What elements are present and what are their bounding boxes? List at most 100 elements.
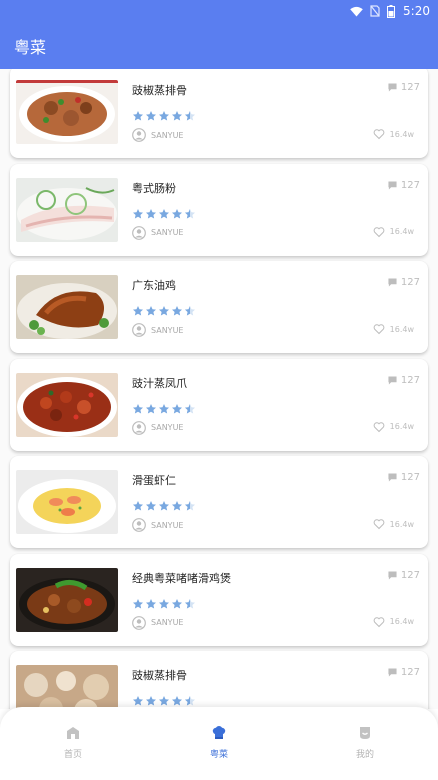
recipe-card[interactable]: 滑蛋虾仁 SANYUE 127 16.4w [10, 456, 428, 548]
recipe-image[interactable] [16, 372, 118, 437]
like-count[interactable]: 16.4w [373, 128, 414, 140]
star-full-icon [132, 400, 144, 419]
recipe-author: SANYUE [132, 518, 183, 532]
tab-cantonese[interactable]: 粤菜 [146, 725, 292, 760]
star-full-icon [158, 302, 170, 321]
comment-icon [388, 668, 397, 677]
like-count[interactable]: 16.4w [373, 226, 414, 238]
heart-icon[interactable] [373, 616, 385, 628]
heart-icon[interactable] [373, 421, 385, 433]
comment-icon [388, 375, 397, 385]
star-full-icon [132, 595, 144, 614]
profile-icon [357, 725, 373, 747]
recipe-image[interactable] [16, 275, 118, 339]
app-bar: 粤菜 [0, 22, 438, 69]
comment-count: 127 [388, 180, 420, 191]
comment-count: 127 [388, 277, 420, 288]
star-full-icon [171, 400, 183, 419]
like-count[interactable]: 16.4w [373, 616, 414, 628]
no-sim-icon [370, 5, 380, 17]
heart-icon[interactable] [373, 323, 385, 335]
star-full-icon [171, 302, 183, 321]
rating-stars [132, 595, 196, 614]
star-half-icon [184, 595, 196, 614]
recipe-author: SANYUE [132, 323, 183, 337]
tab-mine[interactable]: 我的 [292, 725, 438, 760]
avatar-icon [132, 225, 146, 240]
status-bar: 5:20 [0, 0, 438, 22]
like-count-value: 16.4w [389, 227, 414, 236]
avatar-icon [132, 615, 146, 630]
author-name: SANYUE [151, 325, 184, 335]
chef-hat-icon [211, 725, 227, 747]
author-name: SANYUE [151, 520, 184, 530]
rating-stars [132, 205, 196, 224]
star-full-icon [132, 302, 144, 321]
comment-count-value: 127 [400, 179, 420, 191]
recipe-image[interactable] [16, 80, 118, 144]
comment-icon [388, 570, 397, 580]
star-full-icon [158, 595, 170, 614]
comment-icon [388, 473, 397, 482]
like-count-value: 16.4w [389, 324, 414, 334]
comment-count-value: 127 [400, 277, 420, 288]
recipe-card[interactable]: 粤式肠粉 SANYUE 127 16.4w [10, 163, 428, 256]
recipe-card[interactable]: 豉椒蒸排骨SANYUE12716.4w [10, 651, 428, 709]
recipe-author: SANYUE [132, 128, 183, 142]
comment-count-value: 127 [400, 667, 420, 678]
rating-stars [132, 497, 196, 516]
star-full-icon [132, 497, 144, 516]
star-half-icon [184, 107, 196, 126]
comment-count: 127 [388, 375, 420, 386]
star-full-icon [132, 107, 144, 126]
heart-icon[interactable] [373, 226, 385, 238]
comment-icon [388, 278, 397, 287]
author-name: SANYUE [151, 228, 184, 237]
recipe-image[interactable] [16, 567, 118, 632]
star-half-icon [184, 400, 196, 419]
star-full-icon [171, 497, 183, 516]
recipe-author: SANYUE [132, 225, 184, 240]
recipe-image[interactable] [16, 665, 118, 709]
star-half-icon [184, 497, 196, 516]
star-full-icon [145, 302, 157, 321]
recipe-list[interactable]: 豉椒蒸排骨 SANYUE 127 16.4w 粤式肠粉 SANYUE 127 16.4w 广东油… [0, 69, 438, 709]
tab-home[interactable]: 首页 [0, 725, 146, 760]
star-full-icon [145, 400, 157, 419]
comment-icon [388, 180, 397, 190]
comment-count-value: 127 [400, 569, 420, 581]
like-count[interactable]: 16.4w [373, 518, 414, 530]
comment-count-value: 127 [400, 472, 420, 483]
recipe-card[interactable]: 广东油鸡 SANYUE 127 16.4w [10, 261, 428, 353]
bottom-nav: 首页 粤菜 我的 [0, 707, 438, 780]
comment-count-value: 127 [400, 374, 420, 386]
heart-icon[interactable] [373, 518, 385, 530]
home-icon [65, 725, 81, 747]
comment-icon [388, 83, 397, 92]
star-full-icon [158, 400, 170, 419]
like-count-value: 16.4w [389, 129, 414, 139]
recipe-card[interactable]: 豉椒蒸排骨SANYUE12716.4w [10, 69, 428, 158]
like-count-value: 16.4w [389, 519, 414, 529]
recipe-title: 粤式肠粉 [132, 181, 176, 195]
comment-count-value: 127 [400, 82, 420, 93]
star-full-icon [145, 107, 157, 126]
star-full-icon [158, 497, 170, 516]
like-count[interactable]: 16.4w [373, 421, 414, 433]
comment-count: 127 [388, 570, 420, 581]
recipe-card[interactable]: 经典粤菜啫啫滑鸡煲 SANYUE 127 16.4w [10, 553, 428, 646]
author-name: SANYUE [151, 618, 184, 627]
star-full-icon [145, 205, 157, 224]
recipe-card[interactable]: 豉汁蒸凤爪 SANYUE 127 16.4w [10, 358, 428, 451]
heart-icon[interactable] [373, 128, 385, 140]
rating-stars [132, 302, 196, 321]
like-count[interactable]: 16.4w [373, 323, 414, 335]
tab-label: 首页 [63, 750, 82, 760]
recipe-image[interactable] [16, 470, 118, 534]
recipe-image[interactable] [16, 177, 118, 242]
author-name: SANYUE [151, 130, 184, 140]
star-full-icon [145, 497, 157, 516]
star-full-icon [171, 595, 183, 614]
author-name: SANYUE [151, 423, 184, 432]
rating-stars [132, 400, 196, 419]
